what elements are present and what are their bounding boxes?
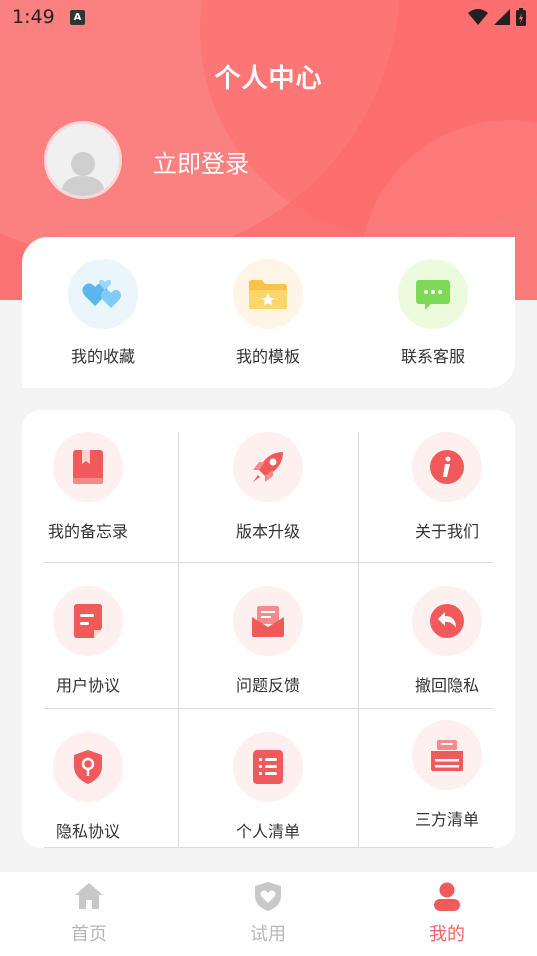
star-folder-icon (233, 259, 303, 329)
quick-item-support[interactable]: 联系客服 (378, 259, 488, 367)
tab-home[interactable]: 首页 (39, 880, 139, 946)
menu-item-label: 隐私协议 (55, 822, 120, 841)
menu-item-memo[interactable]: 我的备忘录 (22, 432, 163, 542)
mail-icon (233, 586, 303, 656)
tray-icon (412, 720, 482, 790)
bookmark-icon (53, 432, 123, 502)
quick-item-label: 我的模板 (235, 347, 300, 366)
undo-icon (412, 586, 482, 656)
wifi-icon (468, 9, 488, 25)
user-icon (434, 882, 460, 911)
tab-label: 首页 (71, 924, 107, 945)
default-user-icon (61, 152, 105, 196)
status-time: 1:49 (12, 6, 55, 28)
menu-item-user-agreement[interactable]: 用户协议 (22, 586, 163, 696)
menu-item-label: 版本升级 (235, 522, 300, 541)
tab-mine[interactable]: 我的 (397, 880, 497, 946)
menu-item-revoke-privacy[interactable]: 撤回隐私 (372, 586, 515, 696)
hearts-icon (68, 259, 138, 329)
menu-item-label: 问题反馈 (235, 676, 300, 695)
menu-item-about[interactable]: 关于我们 (372, 432, 515, 542)
tab-trial[interactable]: 试用 (218, 880, 318, 946)
battery-icon (516, 8, 526, 26)
menu-item-label: 撤回隐私 (414, 676, 479, 695)
menu-item-label: 用户协议 (55, 676, 120, 695)
chat-bubble-icon (398, 259, 468, 329)
menu-item-label: 我的备忘录 (47, 522, 128, 541)
rocket-icon (233, 432, 303, 502)
page-title: 个人中心 (214, 64, 323, 94)
menu-item-privacy-agreement[interactable]: 隐私协议 (22, 732, 163, 842)
signal-icon (494, 9, 510, 25)
menu-item-third-party-list[interactable]: 三方清单 (372, 720, 515, 830)
menu-item-label: 关于我们 (414, 522, 479, 541)
quick-item-favorites[interactable]: 我的收藏 (48, 259, 158, 367)
menu-item-feedback[interactable]: 问题反馈 (193, 586, 343, 696)
menu-item-personal-list[interactable]: 个人清单 (193, 732, 343, 842)
document-icon (53, 586, 123, 656)
avatar[interactable] (44, 121, 122, 199)
login-link[interactable]: 立即登录 (153, 144, 249, 179)
notification-icon: A (70, 10, 85, 25)
quick-item-templates[interactable]: 我的模板 (213, 259, 323, 367)
tab-label: 我的 (429, 924, 465, 945)
list-icon (233, 732, 303, 802)
quick-item-label: 联系客服 (400, 347, 465, 366)
menu-grid-card: 我的备忘录 版本升级 关于我们 用户协议 问题反馈 撤回隐私 隐私协议 个人清单… (22, 410, 515, 848)
shield-icon (53, 732, 123, 802)
info-icon (412, 432, 482, 502)
menu-item-label: 个人清单 (235, 822, 300, 841)
quick-actions-card: 我的收藏 我的模板 联系客服 (22, 237, 515, 388)
menu-item-label: 三方清单 (414, 810, 479, 829)
heart-shield-icon (255, 882, 281, 911)
home-icon (75, 883, 103, 909)
menu-item-upgrade[interactable]: 版本升级 (193, 432, 343, 542)
quick-item-label: 我的收藏 (70, 347, 135, 366)
status-bar: 1:49 A (0, 0, 537, 36)
tab-label: 试用 (250, 924, 286, 945)
bottom-tab-bar: 首页 试用 我的 (0, 872, 537, 956)
